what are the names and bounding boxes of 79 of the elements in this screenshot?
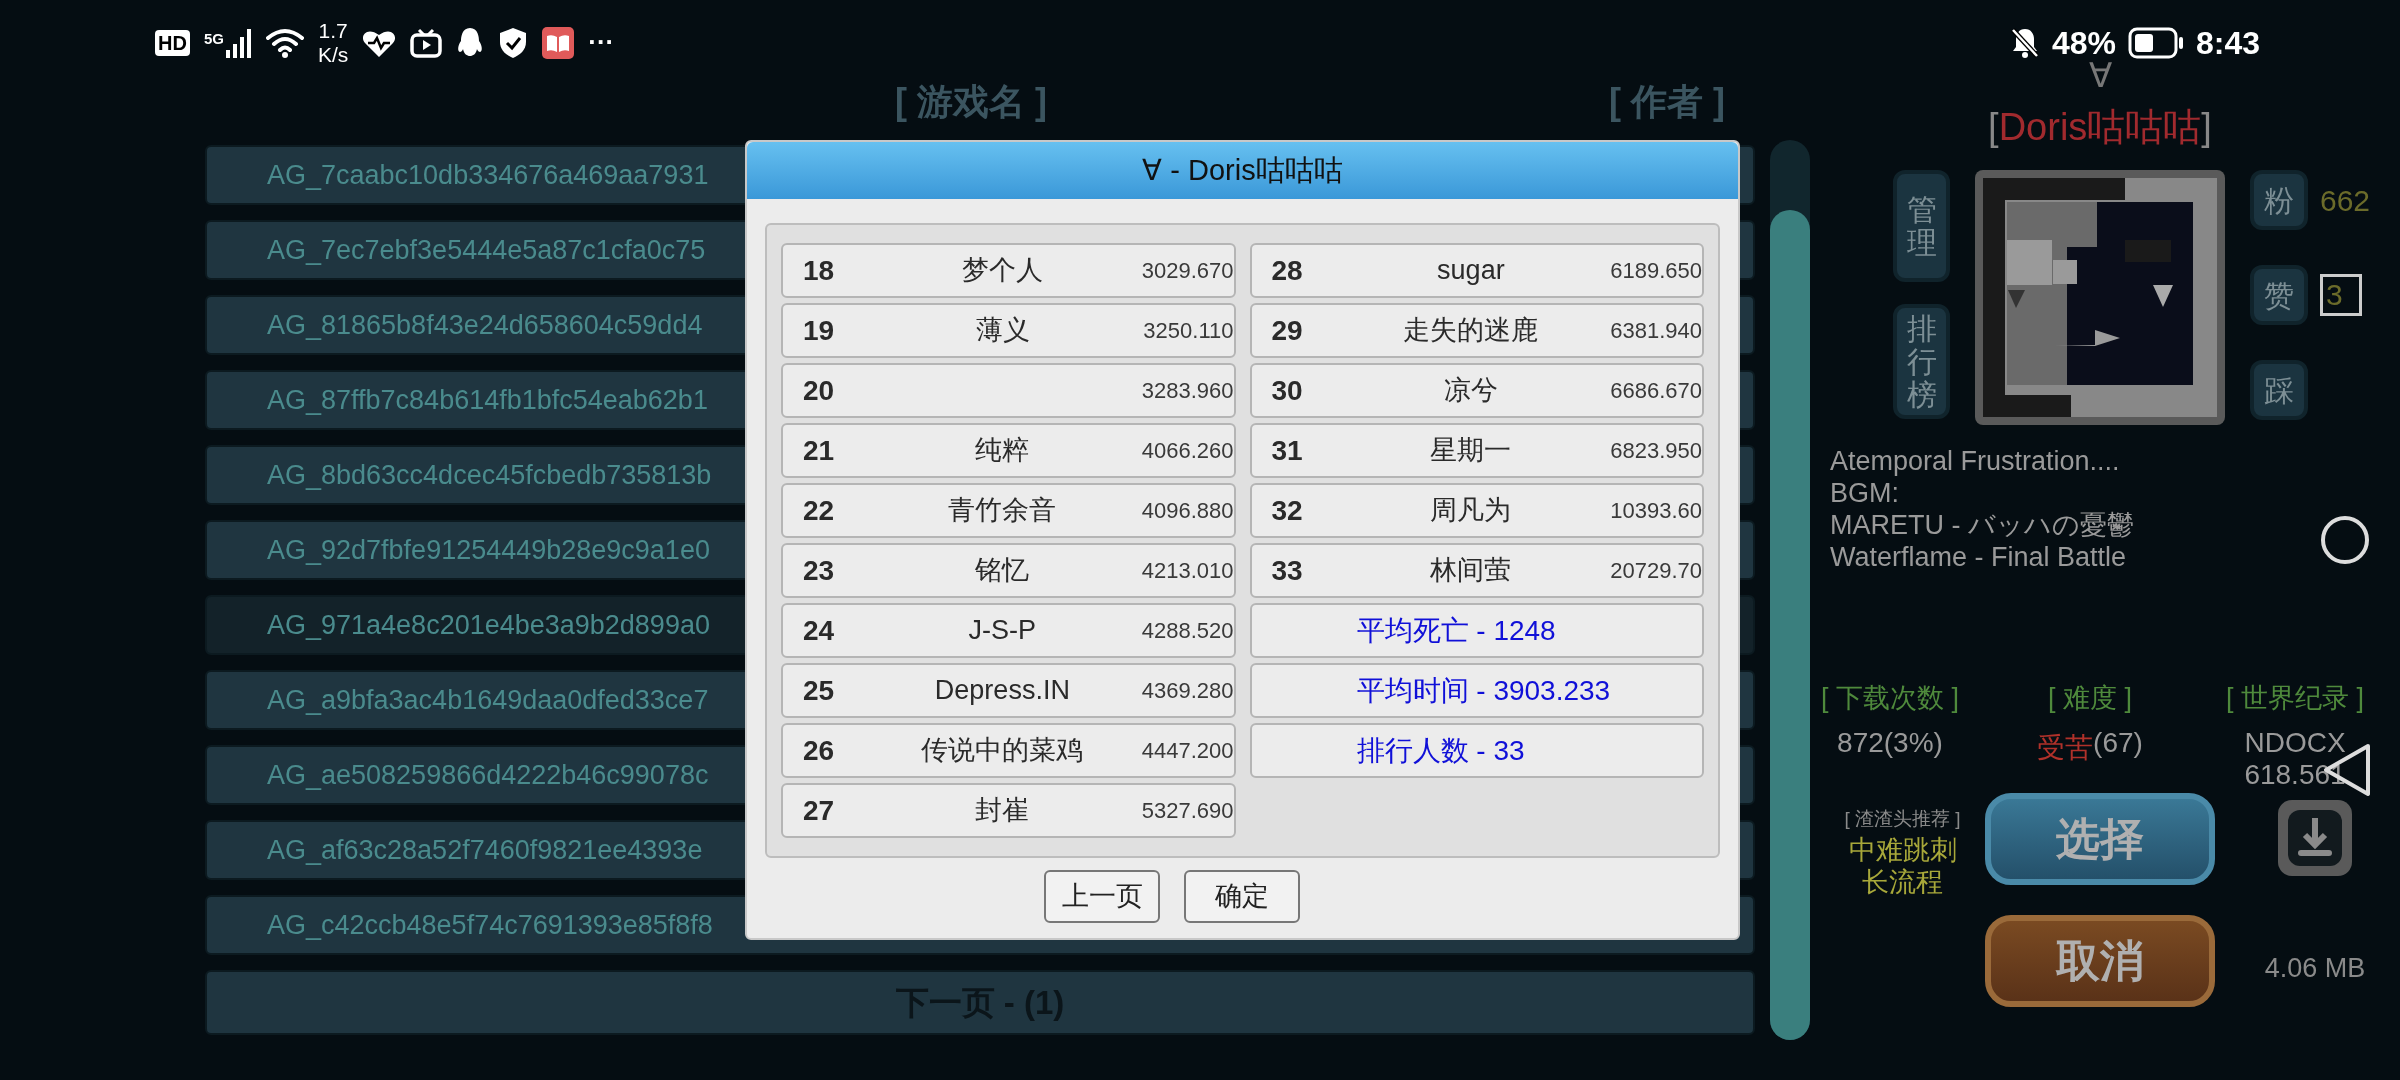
column-header: [ 作者 ] — [1609, 80, 1725, 124]
speed-value: 1.7 — [318, 18, 348, 43]
clear-time: 4447.200 — [1141, 737, 1234, 765]
clear-time: 4369.280 — [1141, 677, 1234, 705]
author-name: Doris咕咕咕 — [1998, 105, 2202, 150]
bracket-text: [ — [1988, 105, 1999, 150]
player-name: 薄义 — [976, 314, 1031, 348]
rank-number: 24 — [802, 613, 836, 648]
clear-time: 4066.260 — [1141, 437, 1234, 465]
player-name: Depress.IN — [934, 674, 1070, 708]
stat-label: [ 下载次数 ] — [1821, 682, 1959, 715]
clear-time: 4213.010 — [1141, 557, 1234, 585]
dialog-title: ∀ - Doris咕咕咕 — [747, 142, 1738, 199]
description-line: Waterflame - Final Battle — [1830, 541, 2127, 573]
rank-number: 22 — [802, 493, 836, 528]
recommend-text: 中难跳刺 — [1848, 833, 1957, 866]
rank-number: 28 — [1270, 253, 1304, 288]
player-name: J-S-P — [968, 614, 1037, 648]
rank-number: 18 — [802, 253, 836, 288]
clear-time: 3250.110 — [1143, 317, 1234, 345]
player-name: 林间萤 — [1430, 554, 1512, 588]
clear-time: 4096.880 — [1141, 497, 1234, 525]
stat-value: (67) — [2093, 726, 2143, 759]
count-box: 3 — [2320, 274, 2362, 316]
clear-time: 5327.690 — [1141, 797, 1234, 825]
recommend-label: [ 渣渣头推荐 ] — [1844, 807, 1961, 831]
clear-time: 6686.670 — [1610, 377, 1702, 405]
stat-value: NDOCX — [2244, 726, 2346, 759]
rank-number: 30 — [1270, 373, 1304, 408]
player-name: sugar — [1437, 254, 1505, 288]
stat-label: [ 世界纪录 ] — [2226, 682, 2364, 715]
stat-summary: 平均死亡 - 1248 — [1249, 603, 1704, 658]
rank-number: 32 — [1270, 493, 1304, 528]
clear-time: 3283.960 — [1141, 377, 1234, 405]
player-name: 铭忆 — [975, 554, 1030, 588]
description-line: MARETU - バッハの憂鬱 — [1830, 509, 2134, 541]
player-name: 传说中的菜鸡 — [921, 734, 1084, 768]
player-name: 纯粹 — [975, 434, 1030, 468]
recommend-text: 长流程 — [1862, 865, 1943, 898]
rank-number: 33 — [1270, 553, 1304, 588]
player-name: 梦个人 — [961, 254, 1043, 288]
player-name: 周凡为 — [1430, 494, 1512, 528]
rank-number: 26 — [802, 733, 836, 768]
stat-label: [ 难度 ] — [2048, 682, 2132, 715]
network-label: 5G — [203, 28, 224, 49]
rank-number: 27 — [802, 793, 836, 828]
rank-number: 29 — [1270, 313, 1304, 348]
clear-time: 3029.670 — [1141, 257, 1234, 285]
rank-number: 21 — [802, 433, 836, 468]
clear-time: 4288.520 — [1141, 617, 1234, 645]
player-name: 星期一 — [1430, 434, 1512, 468]
clear-time: 10393.60 — [1610, 497, 1702, 525]
bracket-text: ] — [2201, 105, 2212, 150]
player-name: 封崔 — [975, 794, 1030, 828]
clear-time: 6381.940 — [1610, 317, 1702, 345]
clear-time: 6189.650 — [1610, 257, 1702, 285]
rank-number: 20 — [802, 373, 836, 408]
player-name: 青竹余音 — [948, 494, 1057, 528]
column-header: [ 游戏名 ] — [895, 80, 1047, 124]
file-size: 4.06 MB — [2264, 952, 2366, 985]
clock: 8:43 — [2195, 23, 2260, 63]
description-line: Atemporal Frustration.... — [1830, 445, 2120, 477]
difficulty-name: 受苦 — [2037, 730, 2094, 765]
clear-time: 20729.70 — [1610, 557, 1702, 585]
description-line: BGM: — [1830, 477, 1899, 509]
count-text: 662 — [2320, 182, 2371, 219]
rank-number: 25 — [802, 673, 836, 708]
rank-number: 19 — [802, 313, 836, 348]
rank-number: 23 — [802, 553, 836, 588]
player-name: 凉兮 — [1443, 374, 1498, 408]
speed-unit: K/s — [317, 42, 349, 67]
rank-number: 31 — [1270, 433, 1304, 468]
stat-value: 872(3%) — [1837, 726, 1943, 759]
more-icon: ··· — [588, 23, 615, 62]
clear-time: 6823.950 — [1610, 437, 1702, 465]
hd-icon: HD — [155, 29, 190, 56]
stat-summary: 平均时间 - 3903.233 — [1249, 663, 1704, 718]
player-name: 走失的迷鹿 — [1403, 314, 1539, 348]
stat-summary: 排行人数 - 33 — [1249, 723, 1704, 778]
